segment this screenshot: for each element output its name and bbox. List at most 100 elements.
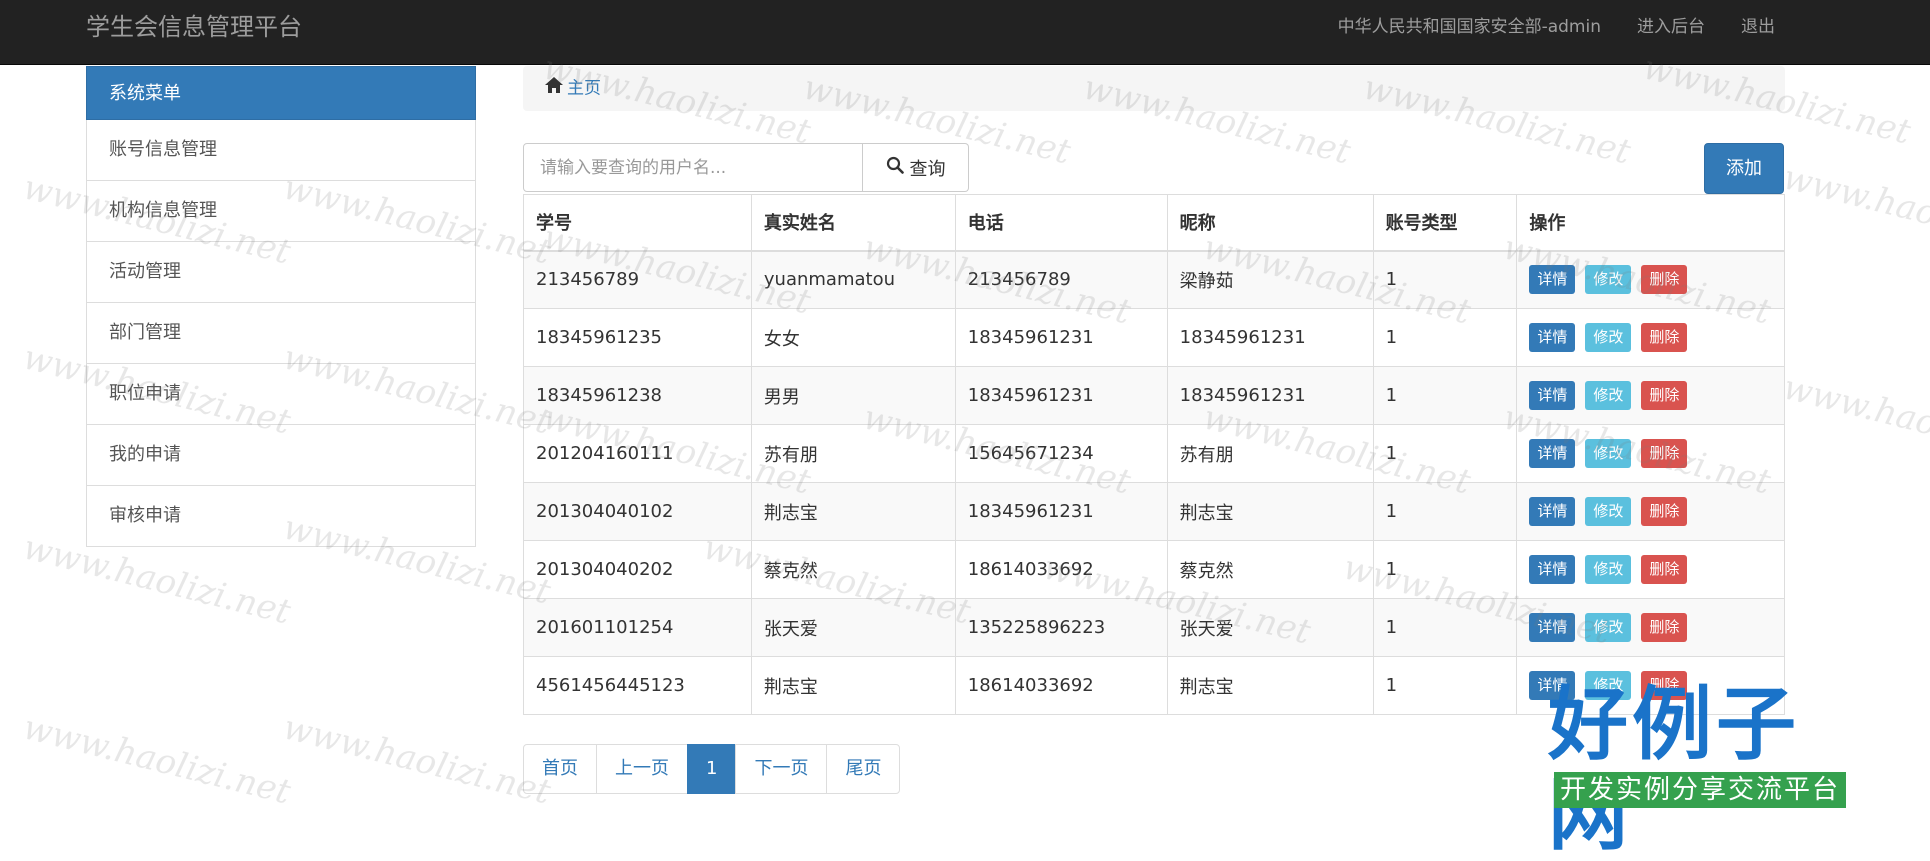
detail-button[interactable]: 详情: [1529, 555, 1576, 584]
sidebar-item-activity[interactable]: 活动管理: [86, 242, 476, 303]
add-button[interactable]: 添加: [1704, 143, 1784, 194]
logout-link[interactable]: 退出: [1741, 14, 1775, 40]
header-real-name: 真实姓名: [750, 194, 956, 252]
edit-button[interactable]: 修改: [1585, 323, 1632, 352]
cell-nickname: 蔡克然: [1166, 540, 1374, 599]
page-1-button[interactable]: 1: [687, 744, 737, 794]
cell-phone: 18345961231: [954, 366, 1168, 425]
cell-actions: 详情 修改 删除: [1516, 366, 1785, 425]
delete-button[interactable]: 删除: [1641, 555, 1688, 584]
cell-student-id: 18345961238: [523, 366, 752, 425]
search-input[interactable]: [523, 143, 863, 192]
cell-actions: 详情 修改 删除: [1516, 540, 1785, 599]
edit-button[interactable]: 修改: [1585, 439, 1632, 468]
first-page-button[interactable]: 首页: [523, 744, 597, 794]
cell-phone: 135225896223: [954, 598, 1168, 657]
cell-phone: 18345961231: [954, 308, 1168, 367]
delete-button[interactable]: 删除: [1641, 497, 1688, 526]
cell-account-type: 1: [1372, 366, 1518, 425]
admin-backend-link[interactable]: 进入后台: [1637, 14, 1705, 40]
edit-button[interactable]: 修改: [1585, 613, 1632, 642]
cell-phone: 18614033692: [954, 656, 1168, 715]
breadcrumb-home-link[interactable]: 主页: [567, 79, 601, 99]
cell-actions: 详情 修改 删除: [1516, 598, 1785, 657]
sidebar-item-review-applications[interactable]: 审核申请: [86, 486, 476, 547]
detail-button[interactable]: 详情: [1529, 671, 1576, 700]
cell-phone: 18614033692: [954, 540, 1168, 599]
cell-student-id: 201304040202: [523, 540, 752, 599]
edit-button[interactable]: 修改: [1585, 265, 1632, 295]
cell-account-type: 1: [1372, 482, 1518, 541]
prev-page-button[interactable]: 上一页: [596, 744, 688, 794]
cell-nickname: 荆志宝: [1166, 656, 1374, 715]
watermark-text: www.haolizi.net: [1779, 367, 1930, 473]
cell-phone: 213456789: [954, 250, 1168, 309]
watermark-logo-subtitle: 开发实例分享交流平台: [1554, 772, 1847, 808]
cell-student-id: 201601101254: [523, 598, 752, 657]
search-button[interactable]: 查询: [863, 143, 969, 192]
cell-nickname: 18345961231: [1166, 366, 1374, 425]
delete-button[interactable]: 删除: [1641, 381, 1688, 410]
delete-button[interactable]: 删除: [1641, 439, 1688, 468]
user-account-link[interactable]: 中华人民共和国国家安全部-admin: [1338, 14, 1601, 40]
user-table: 学号 真实姓名 电话 昵称 账号类型 操作 213456789 yuanmamat…: [523, 194, 1785, 715]
cell-real-name: yuanmamatou: [750, 250, 956, 309]
cell-nickname: 梁静茹: [1166, 250, 1374, 309]
sidebar-item-organization-info[interactable]: 机构信息管理: [86, 181, 476, 242]
brand-title[interactable]: 学生会信息管理平台: [86, 12, 302, 42]
cell-real-name: 荆志宝: [750, 482, 956, 541]
next-page-button[interactable]: 下一页: [735, 744, 828, 794]
table-row: 201601101254 张天爱 135225896223 张天爱 1 详情 修改 删除: [523, 598, 1785, 657]
cell-actions: 详情 修改 删除: [1516, 424, 1785, 483]
sidebar-item-my-applications[interactable]: 我的申请: [86, 425, 476, 486]
cell-student-id: 201304040102: [523, 482, 752, 541]
edit-button[interactable]: 修改: [1585, 555, 1632, 584]
cell-student-id: 213456789: [523, 250, 752, 309]
watermark-text: www.haolizi.net: [19, 707, 295, 813]
header-account-type: 账号类型: [1372, 194, 1518, 252]
edit-button[interactable]: 修改: [1585, 497, 1632, 526]
edit-button[interactable]: 修改: [1585, 381, 1632, 410]
sidebar-header: 系统菜单: [86, 66, 476, 120]
edit-button[interactable]: 修改: [1585, 671, 1632, 700]
table-row: 201204160111 苏有朋 15645671234 苏有朋 1 详情 修改 删除: [523, 424, 1785, 483]
delete-button[interactable]: 删除: [1641, 323, 1688, 352]
cell-real-name: 蔡克然: [750, 540, 956, 599]
detail-button[interactable]: 详情: [1529, 381, 1576, 410]
cell-account-type: 1: [1372, 598, 1518, 657]
last-page-button[interactable]: 尾页: [826, 744, 901, 794]
cell-nickname: 苏有朋: [1166, 424, 1374, 483]
delete-button[interactable]: 删除: [1641, 613, 1688, 642]
cell-real-name: 苏有朋: [750, 424, 956, 483]
detail-button[interactable]: 详情: [1529, 613, 1576, 642]
detail-button[interactable]: 详情: [1529, 265, 1576, 295]
header-phone: 电话: [954, 194, 1168, 252]
table-header-row: 学号 真实姓名 电话 昵称 账号类型 操作: [523, 194, 1785, 252]
cell-nickname: 张天爱: [1166, 598, 1374, 657]
detail-button[interactable]: 详情: [1529, 497, 1576, 526]
cell-phone: 18345961231: [954, 482, 1168, 541]
breadcrumb: 主页: [523, 66, 1785, 111]
sidebar-item-position-apply[interactable]: 职位申请: [86, 364, 476, 425]
cell-real-name: 张天爱: [750, 598, 956, 657]
cell-real-name: 女女: [750, 308, 956, 367]
detail-button[interactable]: 详情: [1529, 439, 1576, 468]
search-icon: [886, 156, 910, 179]
navbar-links: 中华人民共和国国家安全部-admin 进入后台 退出: [1302, 14, 1775, 40]
delete-button[interactable]: 删除: [1641, 265, 1688, 295]
detail-button[interactable]: 详情: [1529, 323, 1576, 352]
header-actions: 操作: [1516, 194, 1785, 252]
home-icon: [545, 66, 563, 111]
delete-button[interactable]: 删除: [1641, 671, 1688, 700]
cell-actions: 详情 修改 删除: [1516, 250, 1785, 309]
table-row: 213456789 yuanmamatou 213456789 梁静茹 1 详情 修改 删除: [523, 250, 1785, 309]
sidebar-menu: 系统菜单 账号信息管理 机构信息管理 活动管理 部门管理 职位申请 我的申请 审…: [86, 66, 476, 547]
sidebar-item-department[interactable]: 部门管理: [86, 303, 476, 364]
header-nickname: 昵称: [1166, 194, 1374, 252]
sidebar-item-account-info[interactable]: 账号信息管理: [86, 120, 476, 181]
cell-actions: 详情 修改 删除: [1516, 308, 1785, 367]
cell-student-id: 18345961235: [523, 308, 752, 367]
cell-phone: 15645671234: [954, 424, 1168, 483]
search-button-label: 查询: [909, 158, 946, 180]
cell-nickname: 18345961231: [1166, 308, 1374, 367]
